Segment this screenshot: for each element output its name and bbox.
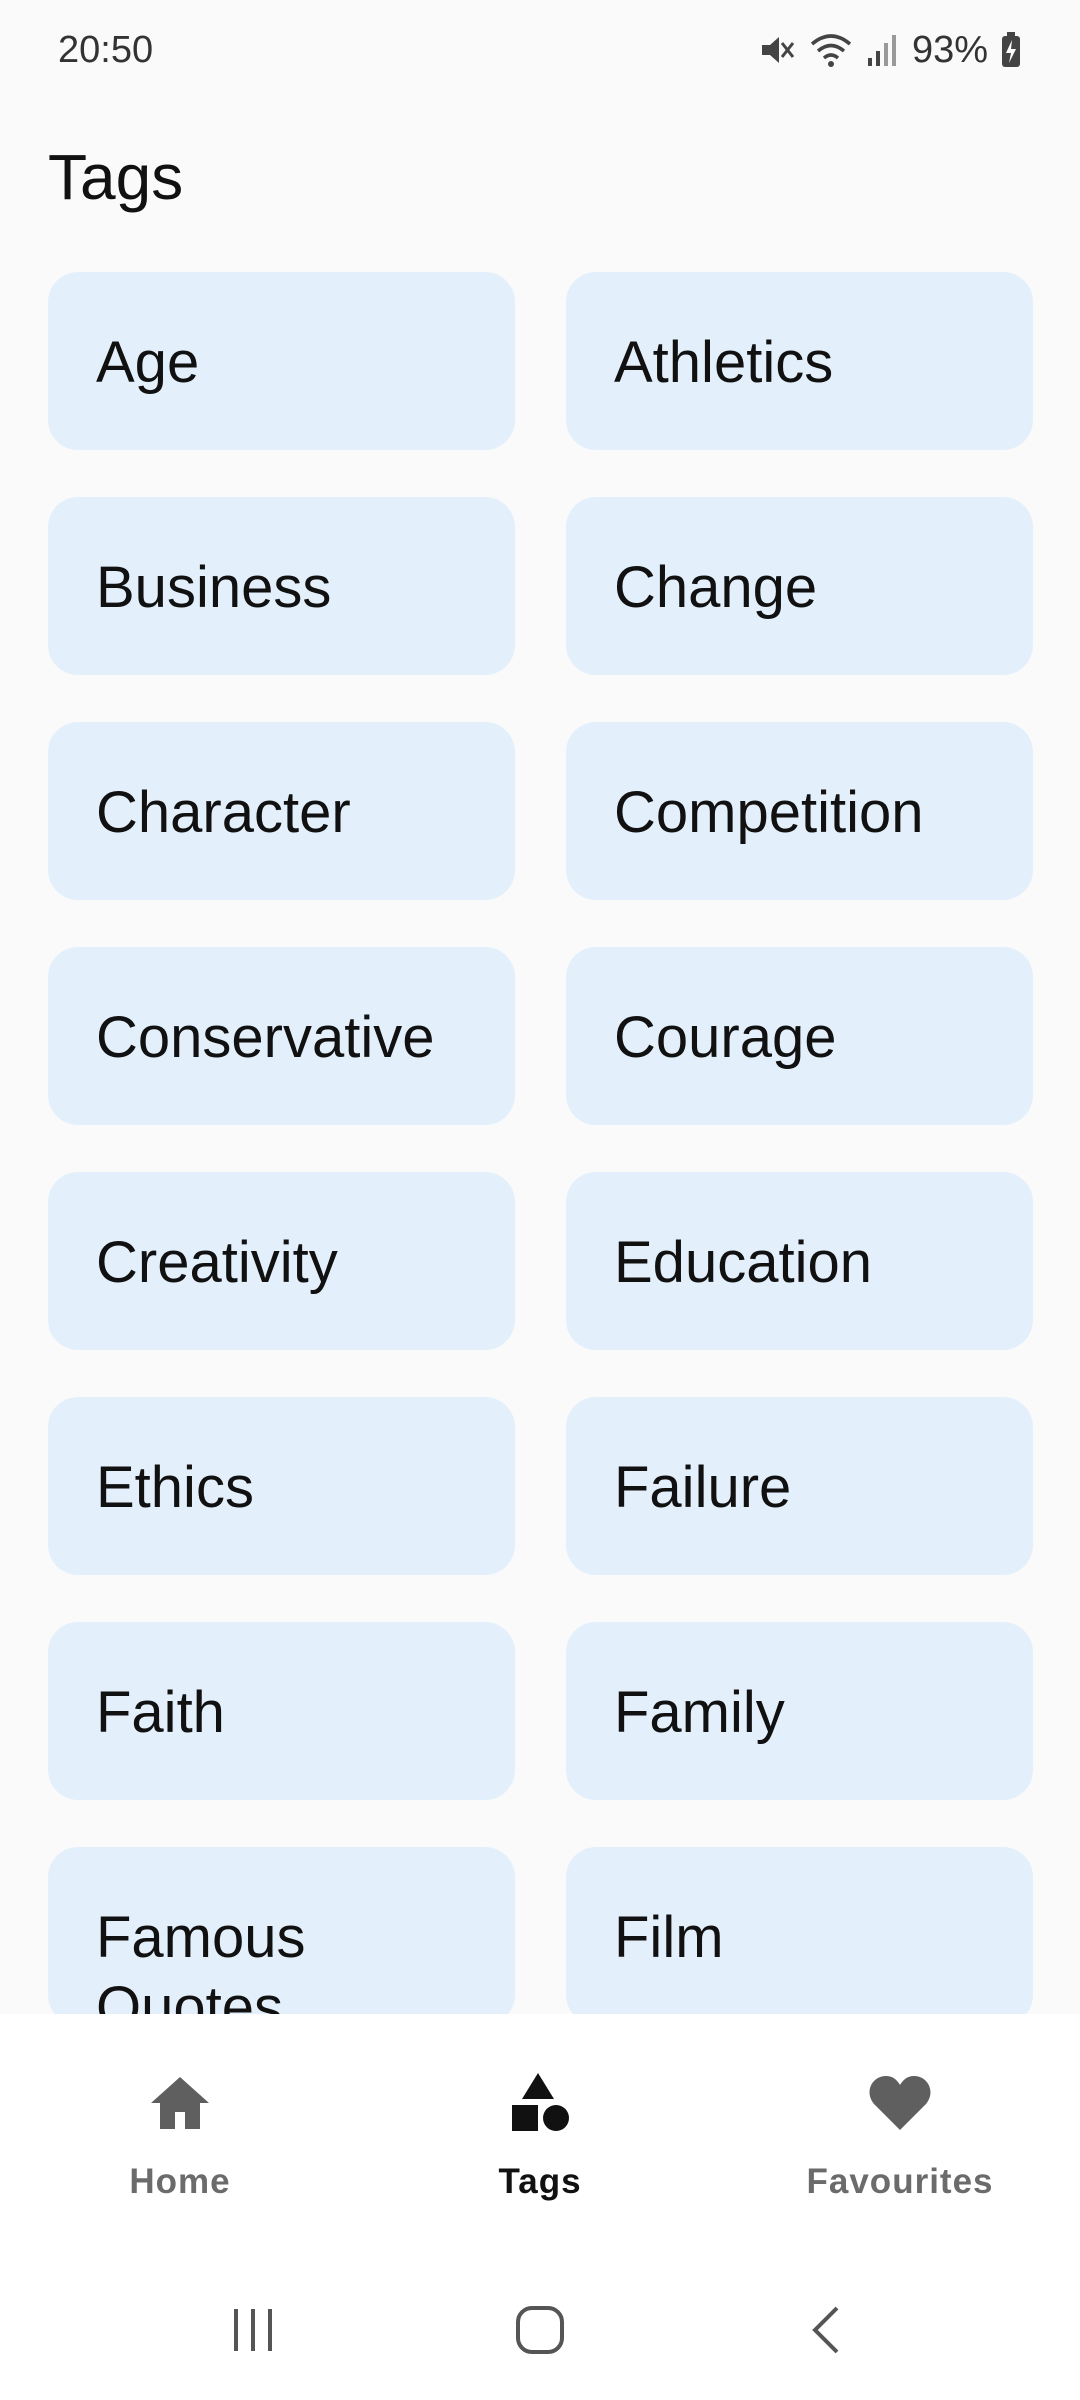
tags-screen: 20:50 93% Tags Age Athletics Business Ch… [0,0,1080,2400]
tag-card-film[interactable]: Film [566,1847,1033,2014]
tag-card-failure[interactable]: Failure [566,1397,1033,1575]
back-icon[interactable] [767,2290,887,2370]
tag-card-creativity[interactable]: Creativity [48,1172,515,1350]
tag-card-athletics[interactable]: Athletics [566,272,1033,450]
tag-grid: Age Athletics Business Change Character … [48,272,1033,2014]
system-navigation-bar [0,2260,1080,2400]
heart-icon [865,2068,935,2138]
tag-card-business[interactable]: Business [48,497,515,675]
tag-card-change[interactable]: Change [566,497,1033,675]
status-time: 20:50 [58,28,154,71]
wifi-icon [808,30,854,70]
tag-card-family[interactable]: Family [566,1622,1033,1800]
battery-percent: 93% [911,28,988,71]
nav-item-home[interactable]: Home [0,2014,360,2260]
nav-label-home: Home [129,2162,231,2201]
tag-card-age[interactable]: Age [48,272,515,450]
mute-icon [756,30,796,70]
nav-item-tags[interactable]: Tags [360,2014,720,2260]
bottom-navigation: Home Tags Favourites [0,2014,1080,2260]
nav-label-tags: Tags [498,2162,582,2201]
tag-card-faith[interactable]: Faith [48,1622,515,1800]
recent-apps-icon[interactable] [193,2290,313,2370]
nav-label-favourites: Favourites [806,2162,994,2201]
tag-card-ethics[interactable]: Ethics [48,1397,515,1575]
tag-card-competition[interactable]: Competition [566,722,1033,900]
home-circle-icon[interactable] [480,2290,600,2370]
signal-icon [866,30,900,70]
shapes-icon [505,2068,575,2138]
tag-card-education[interactable]: Education [566,1172,1033,1350]
status-icons: 93% [756,29,1022,72]
tag-card-famous-quotes[interactable]: Famous Quotes [48,1847,515,2014]
tag-card-courage[interactable]: Courage [566,947,1033,1125]
status-bar: 20:50 93% [0,0,1080,100]
battery-charging-icon [1000,31,1022,69]
tag-list-viewport[interactable]: Age Athletics Business Change Character … [0,272,1080,2014]
page-title: Tags [48,141,184,213]
tag-card-character[interactable]: Character [48,722,515,900]
tag-card-conservative[interactable]: Conservative [48,947,515,1125]
home-icon [145,2068,215,2138]
nav-item-favourites[interactable]: Favourites [720,2014,1080,2260]
